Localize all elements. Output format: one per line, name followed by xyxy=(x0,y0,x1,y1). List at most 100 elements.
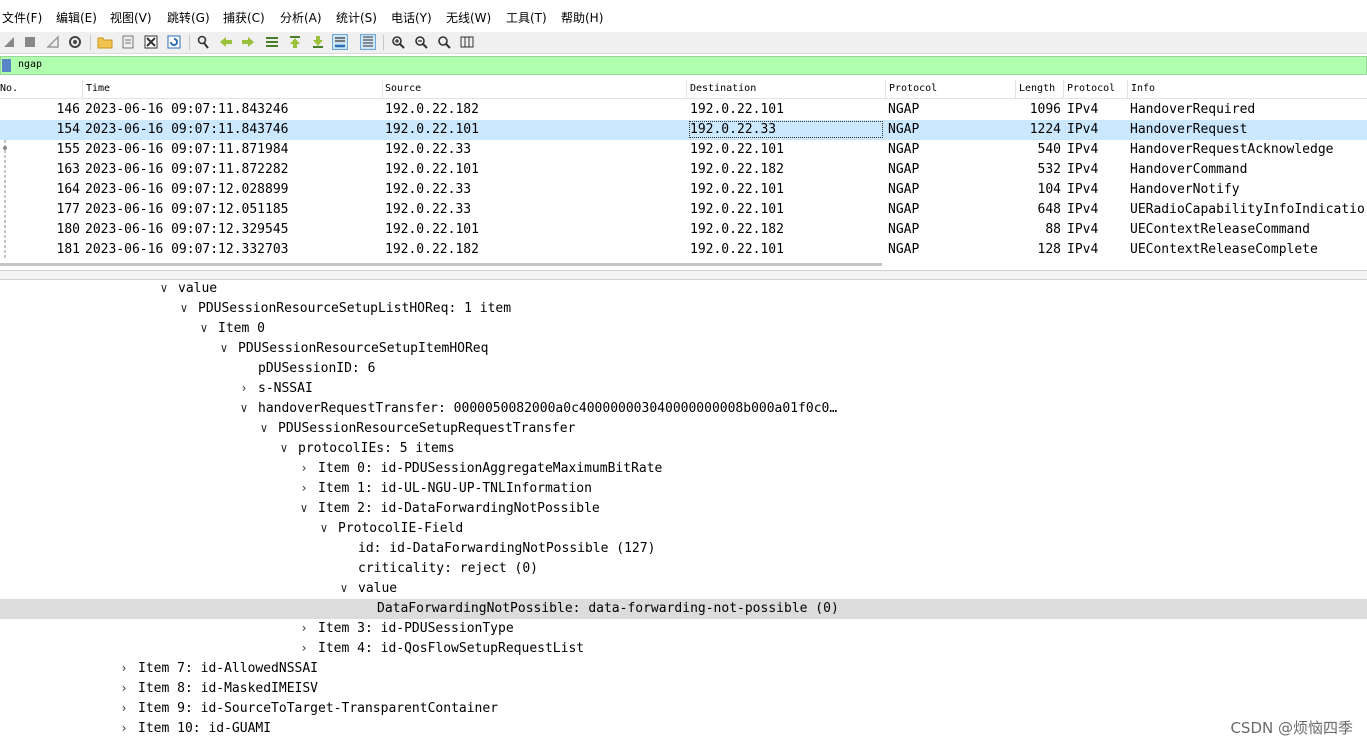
column-header-destination[interactable]: Destination xyxy=(690,83,756,94)
column-header-length[interactable]: Length xyxy=(1019,83,1055,94)
tree-node[interactable]: ∨ PDUSessionResourceSetupRequestTransfer xyxy=(0,419,1367,439)
packet-row[interactable]: 180 2023-06-16 09:07:12.329545 192.0.22.10… xyxy=(0,220,1367,240)
go-first-icon[interactable] xyxy=(287,34,303,50)
collapsed-chevron-icon[interactable]: › xyxy=(118,661,130,675)
packet-list-horizontal-scrollbar[interactable] xyxy=(0,263,882,266)
display-filter-input[interactable]: ngap xyxy=(18,59,42,70)
menu-go[interactable]: 跳转(G) xyxy=(167,9,210,26)
collapsed-chevron-icon[interactable]: › xyxy=(298,461,310,475)
options-gear-icon[interactable] xyxy=(67,34,83,50)
expanded-chevron-icon[interactable]: ∨ xyxy=(198,321,210,335)
expanded-chevron-icon[interactable]: ∨ xyxy=(178,301,190,315)
zoom-out-icon[interactable] xyxy=(413,34,429,50)
packet-row[interactable]: 155 2023-06-16 09:07:11.871984 192.0.22.33… xyxy=(0,140,1367,160)
go-to-packet-icon[interactable] xyxy=(264,34,280,50)
go-last-icon[interactable] xyxy=(310,34,326,50)
shark-fin-start-icon[interactable] xyxy=(1,34,17,50)
expanded-chevron-icon[interactable]: ∨ xyxy=(298,501,310,515)
bookmark-icon[interactable] xyxy=(2,59,11,72)
find-icon[interactable] xyxy=(195,34,211,50)
tree-node[interactable]: › Item 3: id-PDUSessionType xyxy=(0,619,1367,639)
menu-tools[interactable]: 工具(T) xyxy=(506,9,547,26)
autoscroll-icon[interactable] xyxy=(332,34,348,50)
column-header-source[interactable]: Source xyxy=(385,83,421,94)
tree-node[interactable]: ∨ Item 0 xyxy=(0,319,1367,339)
column-header-no[interactable]: No. xyxy=(0,83,18,94)
tree-node[interactable]: › Item 9: id-SourceToTarget-TransparentCo… xyxy=(0,699,1367,719)
collapsed-chevron-icon[interactable]: › xyxy=(298,481,310,495)
collapsed-chevron-icon[interactable]: › xyxy=(238,381,250,395)
tree-node[interactable]: criticality: reject (0) xyxy=(0,559,1367,579)
column-header-info[interactable]: Info xyxy=(1131,83,1155,94)
menu-help[interactable]: 帮助(H) xyxy=(561,9,603,26)
menu-edit[interactable]: 编辑(E) xyxy=(56,9,97,26)
expanded-chevron-icon[interactable]: ∨ xyxy=(218,341,230,355)
expanded-chevron-icon[interactable]: ∨ xyxy=(238,401,250,415)
column-separator[interactable] xyxy=(82,80,83,98)
colorize-icon[interactable] xyxy=(360,34,376,50)
column-header-time[interactable]: Time xyxy=(86,83,110,94)
menu-statistics[interactable]: 统计(S) xyxy=(336,9,377,26)
menu-telephony[interactable]: 电话(Y) xyxy=(391,9,432,26)
zoom-normal-icon[interactable] xyxy=(436,34,452,50)
open-folder-icon[interactable] xyxy=(97,34,113,50)
expanded-chevron-icon[interactable]: ∨ xyxy=(338,581,350,595)
restart-icon[interactable] xyxy=(45,34,61,50)
menu-wireless[interactable]: 无线(W) xyxy=(446,9,491,26)
tree-node[interactable]: ∨ Item 2: id-DataForwardingNotPossible xyxy=(0,499,1367,519)
tree-node[interactable]: › s-NSSAI xyxy=(0,379,1367,399)
column-header-protocol[interactable]: Protocol xyxy=(889,83,937,94)
menu-capture[interactable]: 捕获(C) xyxy=(223,9,265,26)
collapsed-chevron-icon[interactable]: › xyxy=(298,641,310,655)
tree-node[interactable]: ∨ PDUSessionResourceSetupItemHOReq xyxy=(0,339,1367,359)
tree-node[interactable]: › Item 4: id-QosFlowSetupRequestList xyxy=(0,639,1367,659)
packet-row[interactable]: 154 2023-06-16 09:07:11.843746 192.0.22.10… xyxy=(0,120,1367,140)
zoom-in-icon[interactable] xyxy=(390,34,406,50)
packet-row[interactable]: 164 2023-06-16 09:07:12.028899 192.0.22.33… xyxy=(0,180,1367,200)
expanded-chevron-icon[interactable]: ∨ xyxy=(158,281,170,295)
collapsed-chevron-icon[interactable]: › xyxy=(118,701,130,715)
column-separator[interactable] xyxy=(1063,80,1064,98)
tree-node[interactable]: id: id-DataForwardingNotPossible (127) xyxy=(0,539,1367,559)
expanded-chevron-icon[interactable]: ∨ xyxy=(258,421,270,435)
column-separator[interactable] xyxy=(1127,80,1128,98)
tree-node[interactable]: ∨ PDUSessionResourceSetupListHOReq: 1 ite… xyxy=(0,299,1367,319)
expanded-chevron-icon[interactable]: ∨ xyxy=(278,441,290,455)
tree-node[interactable]: › Item 0: id-PDUSessionAggregateMaximumBi… xyxy=(0,459,1367,479)
packet-row[interactable]: 181 2023-06-16 09:07:12.332703 192.0.22.18… xyxy=(0,240,1367,260)
go-forward-icon[interactable] xyxy=(240,34,256,50)
packet-row[interactable]: 163 2023-06-16 09:07:11.872282 192.0.22.10… xyxy=(0,160,1367,180)
menu-analyze[interactable]: 分析(A) xyxy=(280,9,322,26)
menu-file[interactable]: 文件(F) xyxy=(2,9,42,26)
tree-node[interactable]: ∨ value xyxy=(0,279,1367,299)
tree-node[interactable]: pDUSessionID: 6 xyxy=(0,359,1367,379)
tree-node[interactable]: ∨ protocolIEs: 5 items xyxy=(0,439,1367,459)
save-file-icon[interactable] xyxy=(120,34,136,50)
go-back-icon[interactable] xyxy=(218,34,234,50)
collapsed-chevron-icon[interactable]: › xyxy=(298,621,310,635)
menu-view[interactable]: 视图(V) xyxy=(110,9,152,26)
column-separator[interactable] xyxy=(382,80,383,98)
display-filter-bar[interactable]: ngap xyxy=(0,56,1367,75)
expanded-chevron-icon[interactable]: ∨ xyxy=(318,521,330,535)
collapsed-chevron-icon[interactable]: › xyxy=(118,721,130,735)
tree-node[interactable]: › Item 7: id-AllowedNSSAI xyxy=(0,659,1367,679)
packet-row[interactable]: 177 2023-06-16 09:07:12.051185 192.0.22.33… xyxy=(0,200,1367,220)
tree-node[interactable]: › Item 10: id-GUAMI xyxy=(0,719,1367,739)
tree-node[interactable]: ∨ value xyxy=(0,579,1367,599)
column-separator[interactable] xyxy=(1015,80,1016,98)
stop-icon[interactable] xyxy=(22,34,38,50)
resize-columns-icon[interactable] xyxy=(459,34,475,50)
collapsed-chevron-icon[interactable]: › xyxy=(118,681,130,695)
column-header-protocol-2[interactable]: Protocol xyxy=(1067,83,1115,94)
tree-node[interactable]: › Item 1: id-UL-NGU-UP-TNLInformation xyxy=(0,479,1367,499)
tree-node[interactable]: DataForwardingNotPossible: data-forwardi… xyxy=(0,599,1367,619)
close-file-icon[interactable] xyxy=(143,34,159,50)
tree-node[interactable]: ∨ ProtocolIE-Field xyxy=(0,519,1367,539)
packet-row[interactable]: 146 2023-06-16 09:07:11.843246 192.0.22.18… xyxy=(0,100,1367,120)
tree-node[interactable]: › Item 8: id-MaskedIMEISV xyxy=(0,679,1367,699)
tree-node[interactable]: ∨ handoverRequestTransfer: 0000050082000a… xyxy=(0,399,1367,419)
reload-icon[interactable] xyxy=(166,34,182,50)
column-separator[interactable] xyxy=(885,80,886,98)
column-separator[interactable] xyxy=(686,80,687,98)
